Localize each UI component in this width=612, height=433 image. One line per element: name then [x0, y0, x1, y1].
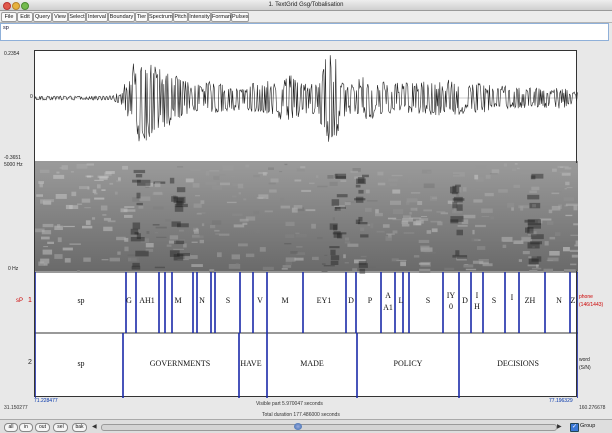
tier1-interval-label: I — [476, 291, 479, 300]
tier1-interval-label: S — [226, 296, 230, 305]
window-title: 1. TextGrid Gsg/Tobalisation — [268, 2, 344, 8]
menu-file[interactable]: File — [1, 12, 17, 22]
tier2-interval-label: GOVERNMENTS — [150, 359, 210, 368]
menu-interval[interactable]: Interval — [86, 12, 108, 22]
group-checkbox[interactable]: ✓ — [570, 423, 579, 432]
tier2-number: 2 — [28, 359, 32, 366]
tier2-interval-label: sp — [77, 359, 84, 368]
menu-boundary[interactable]: Boundary — [108, 12, 135, 22]
tier1-interval-sublabel: A1 — [383, 303, 393, 312]
window-start-time: 31.150277 — [4, 405, 28, 411]
tier1-interval-label: G — [126, 296, 132, 305]
time-scrollbar[interactable] — [101, 424, 557, 431]
menu-view[interactable]: View — [52, 12, 68, 22]
waveform-min-label: -0.3651 — [4, 155, 21, 161]
spectrogram-min-label: 0 Hz — [8, 266, 19, 272]
menu-query[interactable]: Query — [33, 12, 52, 22]
menu-edit[interactable]: Edit — [17, 12, 33, 22]
tier1-interval-label: Z — [571, 296, 576, 305]
menu-intensity[interactable]: Intensity — [188, 12, 211, 22]
visible-part-label: Visible part 5.970047 seconds — [256, 401, 323, 407]
total-duration-label: Total duration 177.486000 seconds — [262, 412, 340, 418]
tier2-interval-label: POLICY — [394, 359, 423, 368]
tier1-interval-label: EY1 — [317, 296, 332, 305]
menu-tier[interactable]: Tier — [135, 12, 148, 22]
tier2-interval-label: MADE — [300, 359, 324, 368]
tier2-name: word — [579, 357, 590, 363]
tier1-interval-sublabel: H — [474, 302, 480, 311]
tier1-interval-sublabel: 0 — [449, 302, 453, 311]
tier1-interval-label: P — [368, 296, 373, 305]
interval-text-field[interactable]: sp — [0, 23, 609, 41]
spectrogram — [35, 163, 586, 274]
waveform — [34, 55, 578, 142]
group-label: Group — [580, 423, 596, 429]
tier1-interval-label: N — [556, 296, 562, 305]
scroll-left-icon[interactable]: ◀ — [92, 423, 97, 430]
tier1-interval-label: IY — [447, 291, 456, 300]
tier1-interval-label: A — [385, 291, 391, 300]
tier1-interval-label: S — [492, 296, 496, 305]
tier1-interval-label: AH1 — [139, 296, 155, 305]
tier1-interval-label: M — [281, 296, 288, 305]
zoom-back-button[interactable]: bak — [72, 423, 87, 432]
tier2-interval-label: DECISIONS — [497, 359, 539, 368]
start-time-label: 71.228477 — [34, 398, 58, 404]
tier1-interval-label: I — [511, 293, 514, 302]
tier1-interval-label: ZH — [525, 296, 536, 305]
end-time-label: 77.196329 — [549, 398, 573, 404]
tier1-interval-label: L — [399, 296, 404, 305]
tier1-interval-label: M — [174, 296, 181, 305]
scrollbar-thumb[interactable] — [294, 423, 302, 430]
spectrogram-max-label: 5000 Hz — [4, 162, 23, 168]
zoom-all-button[interactable]: all — [4, 423, 18, 432]
editor-canvas[interactable]: sp G AH1 M N S V M EY1 D P A A1 L S IY 0… — [34, 51, 586, 398]
menu-bar: File Edit Query View Select Interval Bou… — [0, 11, 612, 23]
tier1-label: sP — [16, 298, 24, 304]
waveform-max-label: 0.2354 — [4, 51, 20, 57]
tier1-interval-label: S — [426, 296, 430, 305]
menu-select[interactable]: Select — [68, 12, 86, 22]
menu-pitch[interactable]: Pitch — [173, 12, 188, 22]
tier1-name: phone — [579, 294, 593, 300]
tier1-interval-label: V — [257, 296, 263, 305]
window-end-time: 160.276678 — [579, 405, 606, 411]
tier1-number: 1 — [28, 297, 32, 304]
menu-pulses[interactable]: Pulses — [231, 12, 249, 22]
waveform-zero-label: 0 — [30, 94, 33, 100]
tier1-interval-label: D — [462, 296, 468, 305]
tier1-count: (146/1443) — [579, 302, 604, 308]
sound-editor-panel[interactable]: sp G AH1 M N S V M EY1 D P A A1 L S IY 0… — [34, 50, 586, 398]
tier2-interval-label: HAVE — [240, 359, 261, 368]
tier1-interval-label: N — [199, 296, 205, 305]
tier1-boundaries[interactable] — [34, 272, 579, 333]
zoom-selection-button[interactable]: sel — [53, 423, 68, 432]
zoom-out-button[interactable]: out — [35, 423, 50, 432]
title-bar: 1. TextGrid Gsg/Tobalisation — [0, 0, 612, 11]
tier1-interval-label: D — [348, 296, 354, 305]
tier1-interval-label: sp — [77, 296, 84, 305]
menu-spectrum[interactable]: Spectrum — [148, 12, 173, 22]
interval-text-value: sp — [3, 25, 9, 31]
scroll-right-icon[interactable]: ▶ — [557, 423, 562, 430]
tier2-count: (S/N) — [579, 365, 591, 371]
zoom-in-button[interactable]: in — [19, 423, 33, 432]
menu-formant[interactable]: Formant — [211, 12, 232, 22]
